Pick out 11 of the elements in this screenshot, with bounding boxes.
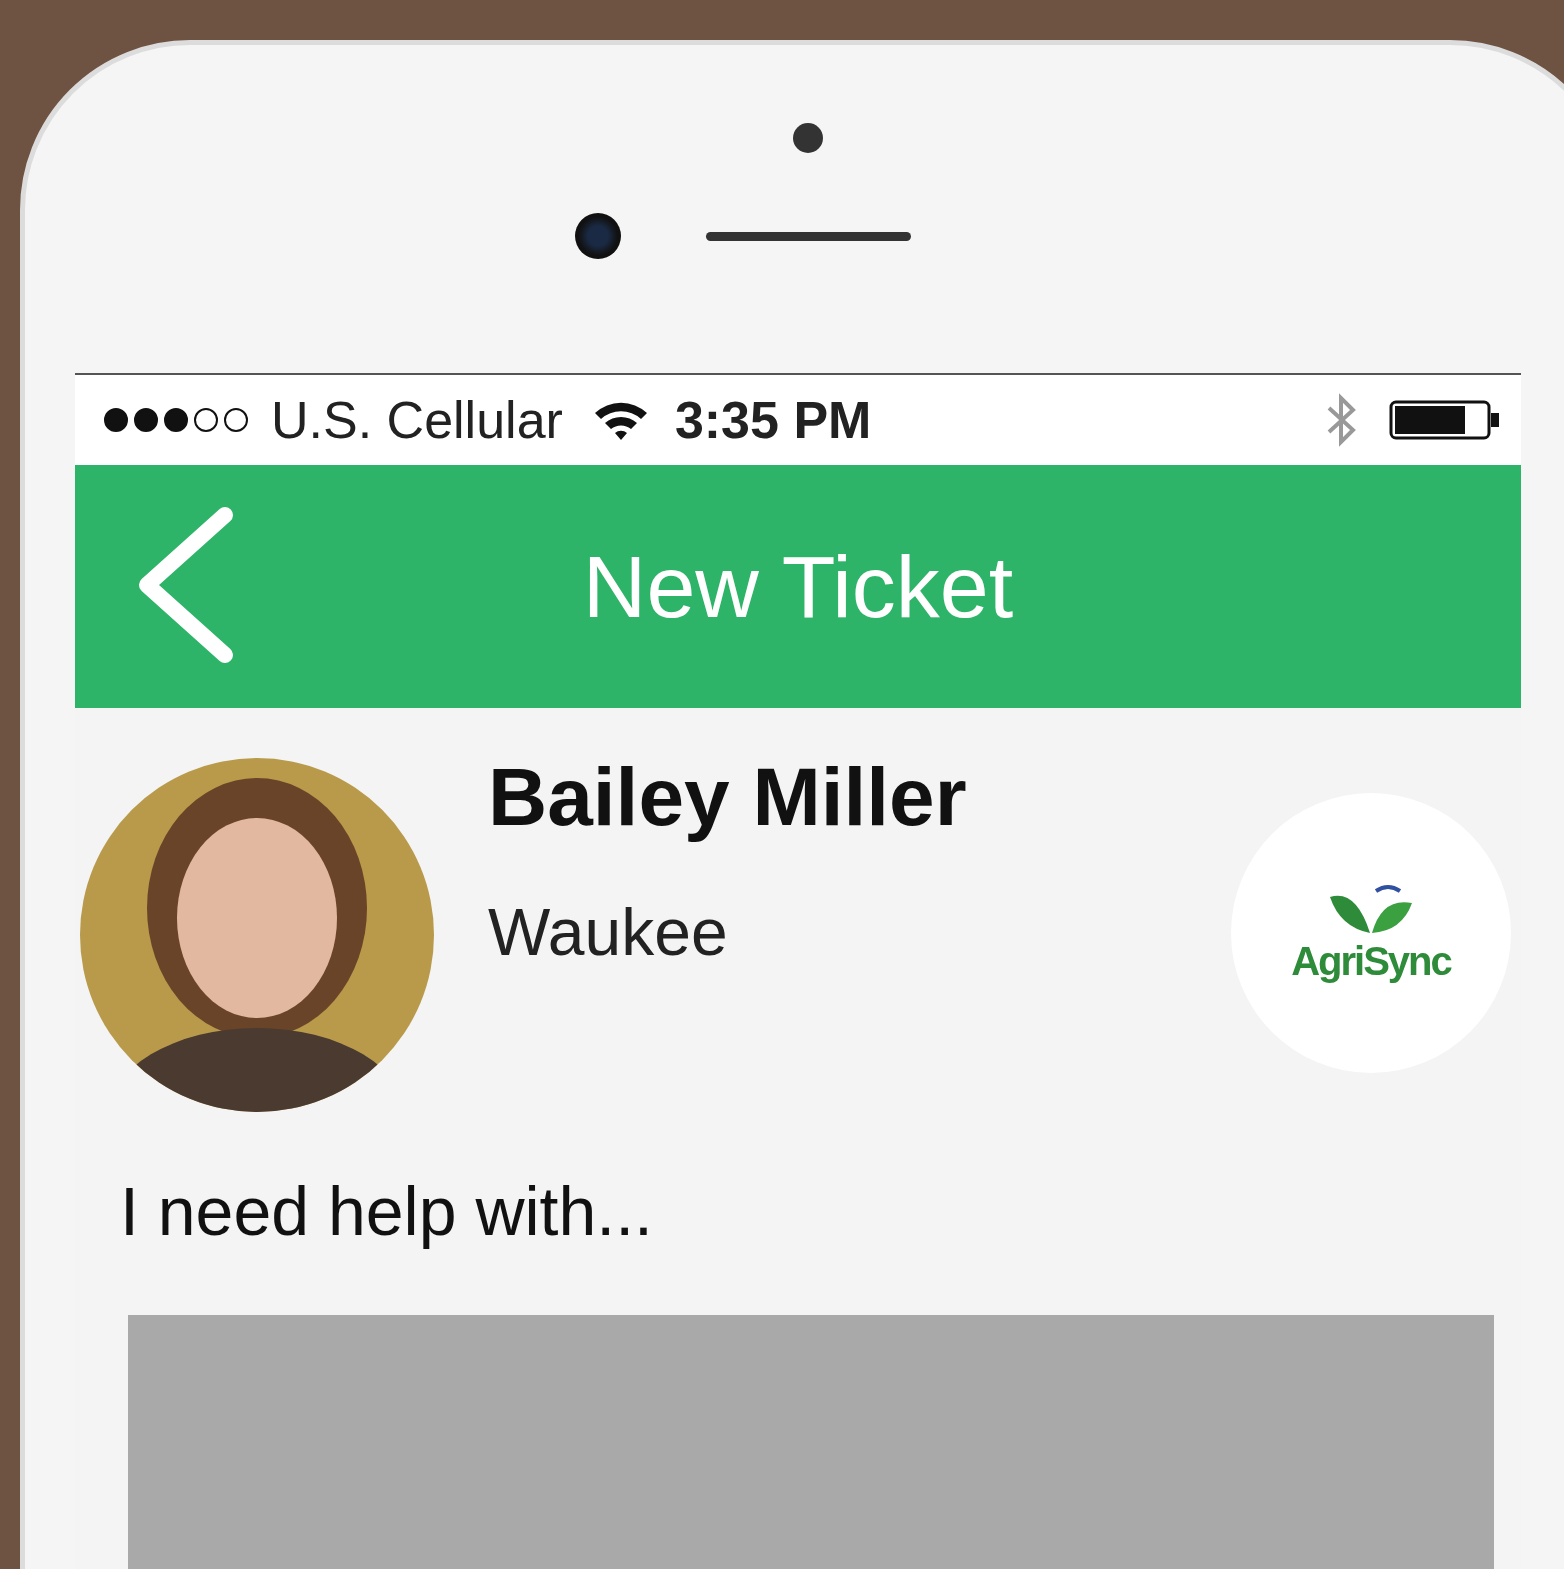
user-name: Bailey Miller bbox=[488, 750, 968, 844]
help-prompt: I need help with... bbox=[120, 1172, 654, 1250]
battery-icon bbox=[1389, 400, 1501, 440]
user-location: Waukee bbox=[488, 894, 729, 970]
logo-text: AgriSync bbox=[1291, 938, 1451, 984]
screen-title: New Ticket bbox=[582, 535, 1014, 638]
help-input-field[interactable] bbox=[128, 1315, 1494, 1569]
sensor-dot bbox=[793, 123, 823, 153]
carrier-name: U.S. Cellular bbox=[271, 390, 563, 450]
status-time: 3:35 PM bbox=[674, 390, 872, 450]
camera-lens bbox=[575, 213, 621, 259]
